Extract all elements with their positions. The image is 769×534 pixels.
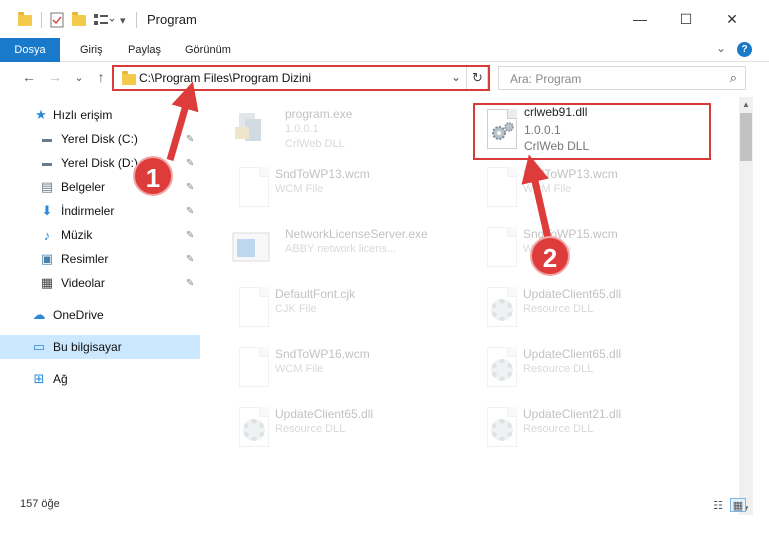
callout-badge-2: 2 <box>530 236 570 276</box>
callout-arrow-2 <box>521 154 552 239</box>
callout-badge-1: 1 <box>133 156 173 196</box>
callout-arrows <box>166 81 552 239</box>
callout-arrow-1 <box>166 81 199 161</box>
file-explorer-window: ▾ Program — ☐ ✕ Dosya Giriş Paylaş Görün… <box>0 0 769 534</box>
